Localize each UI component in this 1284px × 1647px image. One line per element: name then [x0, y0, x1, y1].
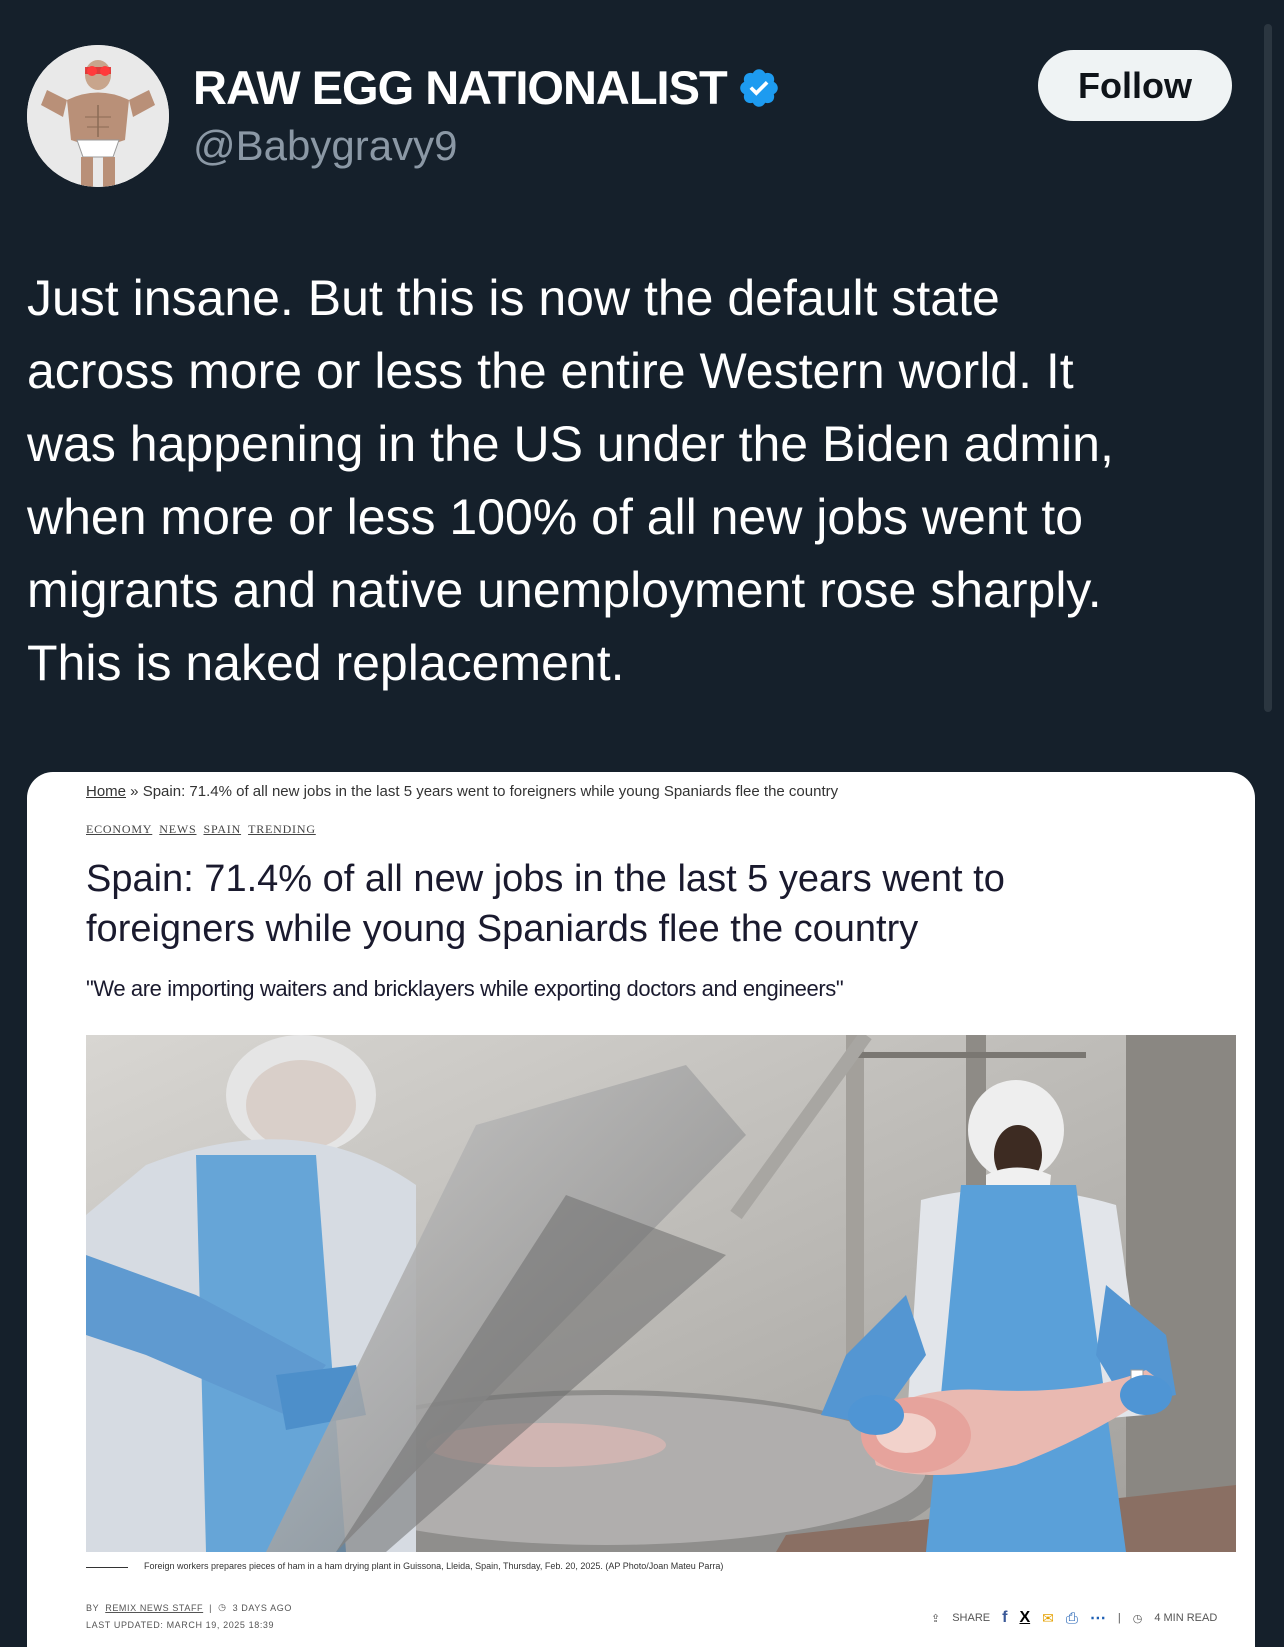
category-tag: TRENDING	[248, 822, 316, 836]
article-subtitle: "We are importing waiters and bricklayer…	[86, 976, 844, 1001]
read-time-clock-icon: ◷	[1132, 1612, 1143, 1625]
verified-badge-icon	[739, 68, 778, 107]
tweet-line: was happening in the US under the Biden …	[27, 416, 1114, 472]
avatar[interactable]	[27, 45, 169, 187]
category-tag: NEWS	[159, 822, 197, 836]
bodybuilder-avatar	[27, 45, 169, 187]
headline-line: foreigners while young Spaniards flee th…	[86, 908, 919, 950]
more-icon: ⋯	[1089, 1610, 1106, 1627]
byline-prefix: BY	[86, 1602, 100, 1613]
tweet-line: when more or less 100% of all new jobs w…	[27, 489, 1084, 545]
share-label: SHARE	[952, 1612, 991, 1624]
byline-author: REMIX NEWS STAFF	[105, 1602, 204, 1613]
byline-divider: |	[209, 1602, 213, 1613]
tweet-text: Just insane. But this is now the default…	[27, 262, 1247, 700]
category-tags: ECONOMY NEWS SPAIN TRENDING	[86, 822, 316, 837]
tweet-line: across more or less the entire Western w…	[27, 343, 1074, 399]
scrollbar[interactable]	[1264, 24, 1272, 712]
clock-icon: ◷	[218, 1602, 227, 1612]
display-name[interactable]: RAW EGG NATIONALIST	[193, 60, 728, 115]
byline: BY REMIX NEWS STAFF | ◷ 3 DAYS AGO	[86, 1602, 292, 1613]
share-divider: |	[1117, 1612, 1121, 1624]
follow-button[interactable]: Follow	[1038, 50, 1232, 121]
read-time: 4 MIN READ	[1154, 1612, 1218, 1624]
share-icon: ⇪	[931, 1612, 941, 1625]
share-bar: ⇪ SHARE f X ✉ ⎙ ⋯ | ◷ 4 MIN READ	[931, 1608, 1217, 1628]
last-updated: LAST UPDATED: MARCH 19, 2025 18:39	[86, 1620, 275, 1630]
breadcrumb: Home » Spain: 71.4% of all new jobs in t…	[86, 783, 838, 800]
facebook-icon: f	[1002, 1609, 1008, 1626]
email-icon: ✉	[1042, 1609, 1054, 1626]
tweet-line: Just insane. But this is now the default…	[27, 270, 1000, 326]
headline-line: Spain: 71.4% of all new jobs in the last…	[86, 858, 1005, 900]
tweet-line: This is naked replacement.	[27, 635, 625, 691]
author-name-row[interactable]: RAW EGG NATIONALIST	[193, 60, 781, 115]
breadcrumb-separator: »	[126, 783, 143, 800]
article-headline: Spain: 71.4% of all new jobs in the last…	[86, 854, 1186, 954]
print-icon: ⎙	[1065, 1609, 1078, 1627]
breadcrumb-current: Spain: 71.4% of all new jobs in the last…	[142, 783, 839, 800]
tweet-line: migrants and native unemployment rose sh…	[27, 562, 1102, 618]
media-attachment[interactable]: Home » Spain: 71.4% of all new jobs in t…	[27, 772, 1255, 1647]
x-icon: X	[1019, 1609, 1031, 1626]
factory-workers-photo	[86, 1035, 1236, 1552]
time-ago: 3 DAYS AGO	[232, 1602, 292, 1613]
article-photo	[86, 1035, 1236, 1552]
photo-caption: Foreign workers prepares pieces of ham i…	[144, 1561, 724, 1571]
user-handle[interactable]: @Babygravy9	[193, 122, 457, 170]
breadcrumb-home-link: Home	[86, 783, 127, 800]
caption-divider	[86, 1567, 128, 1568]
category-tag: SPAIN	[203, 822, 242, 836]
category-tag: ECONOMY	[86, 822, 153, 836]
